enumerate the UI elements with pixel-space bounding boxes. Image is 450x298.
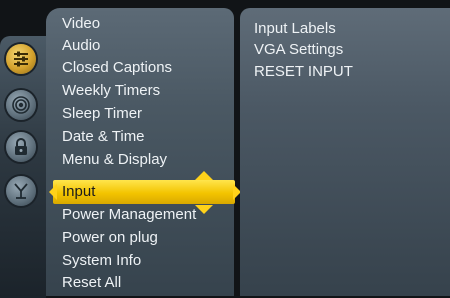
arrow-down-icon: [195, 205, 213, 214]
broadcast-icon[interactable]: [6, 90, 36, 120]
submenu-item-vga-settings[interactable]: VGA Settings: [254, 39, 343, 61]
menu-item-power-on-plug[interactable]: Power on plug: [62, 227, 158, 249]
arrow-left-icon: [49, 184, 57, 200]
submenu-item-reset-input[interactable]: RESET INPUT: [254, 61, 353, 83]
menu-item-date-time[interactable]: Date & Time: [62, 126, 145, 148]
menu-item-video[interactable]: Video: [62, 13, 100, 35]
lock-icon[interactable]: [6, 132, 36, 162]
icon-rail: [0, 36, 46, 298]
menu-item-audio[interactable]: Audio: [62, 35, 100, 57]
menu-item-weekly-timers[interactable]: Weekly Timers: [62, 80, 160, 102]
menu-item-reset-all[interactable]: Reset All: [62, 272, 121, 294]
main-menu: Video Audio Closed Captions Weekly Timer…: [46, 8, 241, 296]
submenu-item-input-labels[interactable]: Input Labels: [254, 18, 336, 40]
sub-menu: Input Labels VGA Settings RESET INPUT: [240, 8, 450, 296]
menu-item-system-info[interactable]: System Info: [62, 250, 141, 272]
menu-item-input-selected[interactable]: Input: [49, 180, 241, 204]
arrow-up-icon: [195, 171, 213, 180]
menu-item-menu-display[interactable]: Menu & Display: [62, 149, 167, 171]
menu-item-closed-captions[interactable]: Closed Captions: [62, 57, 172, 79]
antenna-icon[interactable]: [6, 176, 36, 206]
menu-item-power-management[interactable]: Power Management: [62, 204, 196, 226]
setup-icon[interactable]: [6, 44, 36, 74]
menu-item-sleep-timer[interactable]: Sleep Timer: [62, 103, 142, 125]
selected-label: Input: [62, 183, 96, 200]
